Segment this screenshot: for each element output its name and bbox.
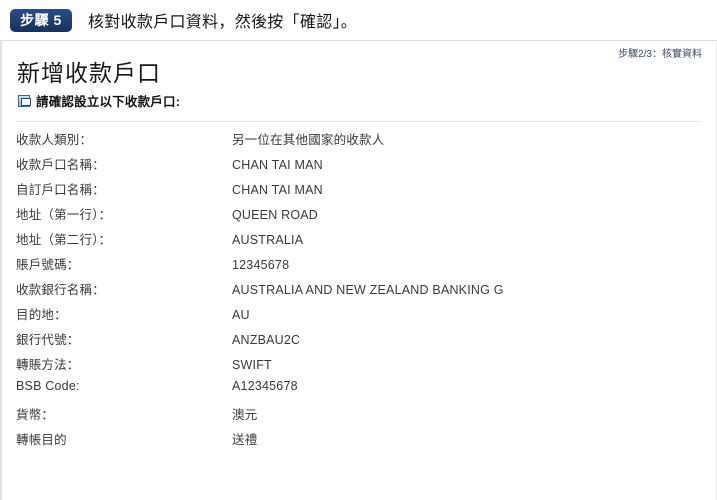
detail-row: BSB Code: A12345678 [16,379,700,404]
step-instruction-text: 核對收款戶口資料，然後按「確認」。 [88,14,358,31]
detail-label: BSB Code: [16,379,80,393]
detail-label: 目的地： [16,308,67,322]
payee-details-table: 收款人類別： 另一位在其他國家的收款人 收款戶口名稱： CHAN TAI MAN 自訂戶… [16,121,700,454]
detail-row: 轉帳目的 送禮 [16,429,700,454]
step-instruction-strip: 步驟 5 核對收款戶口資料，然後按「確認」。 [0,0,717,40]
detail-value: CHAN TAI MAN [232,183,323,197]
page-root: 步驟 5 核對收款戶口資料，然後按「確認」。 步驟2/3：核實資料 新增收款戶口… [0,0,717,500]
detail-value: ANZBAU2C [232,333,301,347]
detail-value: AUSTRALIA [232,233,304,247]
add-payee-panel: 步驟2/3：核實資料 新增收款戶口 請確認設立以下收款戶口: 收款人類別： 另一位… [0,40,717,500]
detail-value: AU [232,308,250,322]
panel-step-progress: 步驟2/3：核實資料 [618,49,702,60]
window-icon [18,94,31,107]
detail-label: 地址（第二行）： [16,233,112,247]
detail-value: A12345678 [232,379,298,393]
detail-value: 另一位在其他國家的收款人 [232,133,385,147]
detail-label: 轉賬方法： [16,358,80,372]
detail-label: 收款銀行名稱： [16,283,105,297]
detail-label: 收款戶口名稱： [16,158,105,172]
panel-subtitle-row: 請確認設立以下收款戶口: [18,91,180,110]
detail-value: 送禮 [232,433,258,447]
detail-label: 銀行代號： [16,333,80,347]
detail-label: 收款人類別： [16,133,93,147]
detail-row: 貨幣： 澳元 [16,404,700,429]
detail-row: 收款銀行名稱： AUSTRALIA AND NEW ZEALAND BANKING… [16,279,700,304]
detail-label: 地址（第一行）： [16,208,112,222]
detail-row: 目的地： AU [16,304,700,329]
detail-label: 轉帳目的 [16,433,67,447]
detail-value: SWIFT [232,358,272,372]
detail-row: 收款人類別： 另一位在其他國家的收款人 [16,129,700,154]
detail-label: 貨幣： [16,408,55,422]
detail-row: 銀行代號： ANZBAU2C [16,329,700,354]
detail-row: 自訂戶口名稱： CHAN TAI MAN [16,179,700,204]
detail-label: 自訂戶口名稱： [16,183,105,197]
detail-row: 賬戶號碼： 12345678 [16,254,700,279]
detail-value: 澳元 [232,408,258,422]
step-number-badge: 步驟 5 [10,8,72,32]
detail-row: 地址（第二行）： AUSTRALIA [16,229,700,254]
detail-row: 地址（第一行）： QUEEN ROAD [16,204,700,229]
detail-value: 12345678 [232,258,290,272]
detail-row: 收款戶口名稱： CHAN TAI MAN [16,154,700,179]
detail-row: 轉賬方法： SWIFT [16,354,700,379]
page-title: 新增收款戶口 [17,60,161,86]
detail-value: CHAN TAI MAN [232,158,323,172]
detail-value: QUEEN ROAD [232,208,319,222]
detail-value: AUSTRALIA AND NEW ZEALAND BANKING G [232,283,504,297]
panel-subtitle-text: 請確認設立以下收款戶口: [36,95,181,109]
detail-label: 賬戶號碼： [16,258,80,272]
